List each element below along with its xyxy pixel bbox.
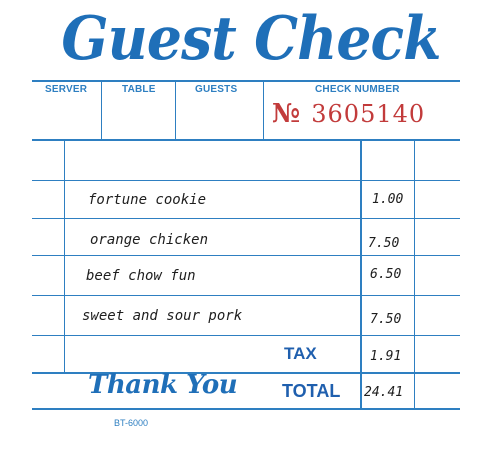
check-number-label: CHECK NUMBER: [315, 84, 400, 95]
tax-value: 1.91: [370, 349, 402, 364]
header-bottom-rule: [32, 139, 460, 141]
thank-you-text: Thank You: [88, 370, 238, 400]
total-value: 24.41: [364, 385, 404, 400]
item-name: orange chicken: [90, 232, 209, 248]
page-title: Guest Check: [61, 4, 441, 74]
total-label: TOTAL: [282, 381, 341, 401]
item-price: 1.00: [372, 192, 404, 207]
guests-label: GUESTS: [195, 84, 238, 95]
item-price: 7.50: [370, 312, 402, 327]
item-name: sweet and sour pork: [82, 308, 243, 324]
row-rule: [32, 335, 460, 336]
row-rule: [32, 295, 460, 296]
amount-column-line: [360, 140, 362, 410]
bottom-rule: [32, 408, 460, 410]
row-rule: [32, 255, 460, 256]
check-number: № 3605140: [272, 99, 425, 129]
header-divider: [175, 80, 176, 140]
cents-column-line: [414, 140, 415, 410]
row-rule: [32, 218, 460, 219]
row-rule: [32, 180, 460, 181]
tax-label: TAX: [284, 344, 317, 363]
item-name: beef chow fun: [86, 268, 196, 284]
qty-column-line: [64, 140, 65, 373]
header-top-rule: [32, 80, 460, 82]
header-divider: [101, 80, 102, 140]
header-divider: [263, 80, 264, 140]
check-number-symbol: №: [272, 99, 300, 129]
table-label: TABLE: [122, 84, 156, 95]
item-price: 7.50: [368, 236, 400, 251]
item-name: fortune cookie: [88, 192, 207, 208]
form-code: BT-6000: [114, 418, 149, 428]
guest-check: Guest Check SERVER TABLE GUESTS CHECK NU…: [0, 0, 502, 458]
server-label: SERVER: [45, 84, 88, 95]
item-price: 6.50: [370, 267, 402, 282]
check-number-value: 3605140: [311, 100, 426, 128]
